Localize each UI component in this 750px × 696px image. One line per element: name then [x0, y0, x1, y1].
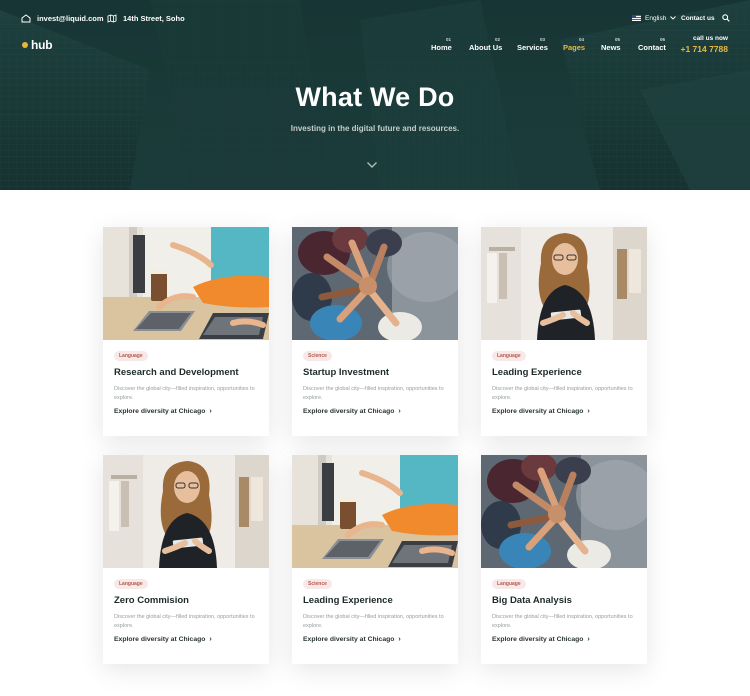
- explore-link[interactable]: Explore diversity at Chicago ›: [114, 408, 212, 415]
- chevron-right-icon: ›: [209, 408, 212, 415]
- main-nav: 01 Home 02 About Us 03 Services 04 Pages…: [0, 36, 750, 56]
- category-badge[interactable]: Language: [492, 579, 526, 589]
- chevron-down-icon[interactable]: [366, 160, 378, 170]
- search-button[interactable]: [722, 12, 730, 24]
- service-card[interactable]: Language Leading Experience Discover the…: [481, 227, 647, 436]
- card-description: Discover the global city—filled inspirat…: [114, 614, 255, 629]
- call-us-label: call us now: [692, 35, 728, 42]
- card-title[interactable]: Leading Experience: [492, 367, 582, 378]
- explore-link[interactable]: Explore diversity at Chicago ›: [492, 636, 590, 643]
- card-title[interactable]: Zero Commision: [114, 595, 189, 606]
- category-badge[interactable]: Science: [303, 351, 332, 361]
- card-title[interactable]: Leading Experience: [303, 595, 393, 606]
- nav-label: About Us: [469, 43, 503, 52]
- us-flag-icon: [632, 15, 641, 21]
- hero-banner: invest@liquid.com 14th Street, Soho Engl…: [0, 0, 750, 190]
- chevron-right-icon: ›: [587, 408, 590, 415]
- search-icon: [722, 14, 730, 22]
- chevron-right-icon: ›: [587, 636, 590, 643]
- service-card[interactable]: Language Big Data Analysis Discover the …: [481, 455, 647, 664]
- laptop-desk-image: [103, 227, 269, 340]
- nav-label: Services: [517, 43, 548, 52]
- nav-number: 03: [540, 37, 546, 42]
- card-description: Discover the global city—filled inspirat…: [303, 614, 444, 629]
- nav-number: 01: [446, 37, 452, 42]
- service-card[interactable]: Language Zero Commision Discover the glo…: [103, 455, 269, 664]
- chevron-down-icon: [670, 16, 677, 20]
- nav-label: Pages: [563, 43, 586, 52]
- chevron-right-icon: ›: [209, 636, 212, 643]
- nav-number: 04: [579, 37, 585, 42]
- map-icon: [107, 13, 117, 23]
- laptop-desk-image: [292, 455, 458, 568]
- chevron-right-icon: ›: [398, 408, 401, 415]
- page-title: What We Do: [295, 82, 455, 112]
- category-badge[interactable]: Language: [492, 351, 526, 361]
- card-body: Language Leading Experience Discover the…: [481, 340, 647, 436]
- category-badge[interactable]: Language: [114, 351, 148, 361]
- email-info[interactable]: invest@liquid.com: [21, 12, 104, 24]
- explore-link[interactable]: Explore diversity at Chicago ›: [492, 408, 590, 415]
- service-card[interactable]: Science Startup Investment Discover the …: [292, 227, 458, 436]
- card-title[interactable]: Research and Development: [114, 367, 239, 378]
- page-subtitle: Investing in the digital future and reso…: [290, 124, 460, 133]
- home-mail-icon: [21, 13, 31, 22]
- top-bar: invest@liquid.com 14th Street, Soho Engl…: [0, 0, 750, 34]
- nav-number: 02: [495, 37, 501, 42]
- explore-link-label: Explore diversity at Chicago: [492, 636, 584, 643]
- phone-number: +1 714 7788: [680, 44, 728, 54]
- contact-us-label: Contact us: [681, 14, 715, 22]
- card-image[interactable]: [292, 455, 458, 568]
- service-card[interactable]: Science Leading Experience Discover the …: [292, 455, 458, 664]
- card-title[interactable]: Big Data Analysis: [492, 595, 572, 606]
- service-card[interactable]: Language Research and Development Discov…: [103, 227, 269, 436]
- card-image[interactable]: [103, 227, 269, 340]
- explore-link-label: Explore diversity at Chicago: [114, 636, 206, 643]
- category-badge[interactable]: Language: [114, 579, 148, 589]
- card-body: Science Leading Experience Discover the …: [292, 568, 458, 664]
- team-hands-image: [481, 455, 647, 568]
- card-body: Language Big Data Analysis Discover the …: [481, 568, 647, 664]
- woman-tablet-image: [481, 227, 647, 340]
- card-body: Language Research and Development Discov…: [103, 340, 269, 436]
- explore-link-label: Explore diversity at Chicago: [303, 408, 395, 415]
- explore-link-label: Explore diversity at Chicago: [114, 408, 206, 415]
- email-text: invest@liquid.com: [37, 13, 104, 23]
- card-description: Discover the global city—filled inspirat…: [492, 386, 633, 401]
- address-text: 14th Street, Soho: [123, 13, 185, 23]
- card-image[interactable]: [481, 227, 647, 340]
- contact-us-link[interactable]: Contact us: [681, 12, 715, 24]
- explore-link-label: Explore diversity at Chicago: [303, 636, 395, 643]
- card-image[interactable]: [481, 455, 647, 568]
- call-us-cta[interactable]: call us now +1 714 7788: [680, 35, 728, 54]
- nav-number: 06: [660, 37, 666, 42]
- explore-link[interactable]: Explore diversity at Chicago ›: [303, 636, 401, 643]
- language-label: English: [645, 14, 667, 22]
- card-body: Science Startup Investment Discover the …: [292, 340, 458, 436]
- card-description: Discover the global city—filled inspirat…: [303, 386, 444, 401]
- chevron-right-icon: ›: [398, 636, 401, 643]
- explore-link[interactable]: Explore diversity at Chicago ›: [303, 408, 401, 415]
- nav-number: 05: [615, 37, 621, 42]
- explore-link[interactable]: Explore diversity at Chicago ›: [114, 636, 212, 643]
- explore-link-label: Explore diversity at Chicago: [492, 408, 584, 415]
- card-description: Discover the global city—filled inspirat…: [114, 386, 255, 401]
- card-description: Discover the global city—filled inspirat…: [492, 614, 633, 629]
- woman-tablet-image: [103, 455, 269, 568]
- card-image[interactable]: [103, 455, 269, 568]
- nav-label: Contact: [638, 43, 666, 52]
- category-badge[interactable]: Science: [303, 579, 332, 589]
- nav-label: News: [601, 43, 621, 52]
- language-selector[interactable]: English: [632, 12, 677, 24]
- address-info[interactable]: 14th Street, Soho: [107, 12, 185, 24]
- card-title[interactable]: Startup Investment: [303, 367, 389, 378]
- card-image[interactable]: [292, 227, 458, 340]
- team-hands-image: [292, 227, 458, 340]
- card-body: Language Zero Commision Discover the glo…: [103, 568, 269, 664]
- nav-label: Home: [431, 43, 452, 52]
